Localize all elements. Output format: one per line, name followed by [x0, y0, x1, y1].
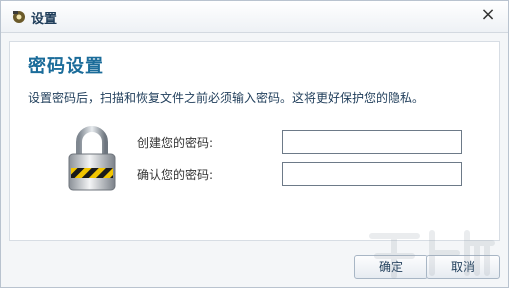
confirm-password-label: 确认您的密码: [137, 168, 214, 182]
description-text: 设置密码后，扫描和恢复文件之前必须输入密码。这将更好保护您的隐私。 [28, 91, 425, 105]
create-password-label: 创建您的密码: [137, 136, 214, 150]
create-password-field[interactable] [282, 130, 462, 154]
cancel-button[interactable]: 取消 [426, 255, 500, 279]
ok-button[interactable]: 确定 [354, 255, 428, 279]
window-title: 设置 [31, 12, 58, 27]
content-panel: 密码设置 设置密码后，扫描和恢复文件之前必须输入密码。这将更好保护您的隐私。 创… [9, 41, 500, 241]
close-icon[interactable]: × [480, 4, 495, 25]
padlock-icon [68, 126, 116, 191]
confirm-password-field[interactable] [282, 162, 462, 186]
settings-dialog: 设置 × 密码设置 设置密码后，扫描和恢复文件之前必须输入密码。这将更好保护您的… [0, 0, 509, 288]
title-bar: 设置 × [1, 1, 508, 33]
page-title: 密码设置 [28, 56, 104, 77]
app-gear-icon [13, 11, 25, 23]
close-button[interactable]: × [478, 5, 498, 25]
